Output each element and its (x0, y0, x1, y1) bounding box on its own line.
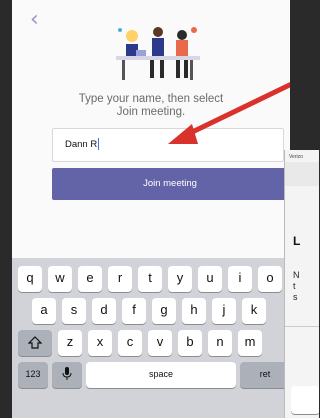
join-meeting-button[interactable]: Join meeting (52, 168, 288, 200)
key-f[interactable]: f (122, 298, 146, 324)
carrier-status: Verizo (289, 154, 303, 160)
key-s[interactable]: s (62, 298, 86, 324)
shift-key[interactable] (18, 330, 52, 356)
key-d[interactable]: d (92, 298, 116, 324)
key-u[interactable]: u (198, 266, 222, 292)
body-line-2: t (293, 281, 296, 291)
key-i[interactable]: i (228, 266, 252, 292)
key-e[interactable]: e (78, 266, 102, 292)
key-b[interactable]: b (178, 330, 202, 356)
numbers-key[interactable]: 123 (18, 362, 48, 388)
body-line-3: s (293, 292, 298, 302)
key-r[interactable]: r (108, 266, 132, 292)
keyboard-row-3: zxcvbnm (12, 330, 290, 356)
key-c[interactable]: c (118, 330, 142, 356)
microphone-icon (62, 367, 72, 380)
microphone-key[interactable] (52, 362, 82, 388)
shift-icon (27, 336, 43, 349)
space-key[interactable]: space (86, 362, 236, 388)
keyboard-row-2: asdfghjk (12, 298, 290, 324)
keyboard-row-4: 123 space ret (12, 362, 290, 388)
key-q[interactable]: q (18, 266, 42, 292)
dim-header (285, 162, 319, 186)
dialog-title-fragment: L (293, 234, 301, 248)
key-t[interactable]: t (138, 266, 162, 292)
dialog-body-fragment: N t s (293, 270, 300, 303)
join-meeting-screen: ‹ Type your name, then select Join meeti… (12, 0, 290, 418)
text-caret (98, 138, 100, 151)
key-k[interactable]: k (242, 298, 266, 324)
keyboard-row-1: qwertyuio (12, 266, 290, 292)
back-icon[interactable]: ‹ (30, 9, 44, 31)
onscreen-keyboard: qwertyuio asdfghjk zxcvbnm 123 space ret (12, 258, 290, 418)
body-line-1: N (293, 270, 300, 280)
key-o[interactable]: o (258, 266, 282, 292)
key-h[interactable]: h (182, 298, 206, 324)
red-arrow-annotation (168, 81, 290, 144)
dialog-divider (285, 326, 319, 327)
key-v[interactable]: v (148, 330, 172, 356)
key-m[interactable]: m (238, 330, 262, 356)
key-y[interactable]: y (168, 266, 192, 292)
key-x[interactable]: x (88, 330, 112, 356)
return-key[interactable]: ret (240, 362, 290, 388)
key-j[interactable]: j (212, 298, 236, 324)
key-n[interactable]: n (208, 330, 232, 356)
second-phone-screenshot: Verizo L N t s (284, 150, 319, 418)
key-w[interactable]: w (48, 266, 72, 292)
name-input-value: Dann R (65, 139, 98, 150)
key-a[interactable]: a (32, 298, 56, 324)
key-fragment (291, 386, 319, 414)
key-g[interactable]: g (152, 298, 176, 324)
key-z[interactable]: z (58, 330, 82, 356)
